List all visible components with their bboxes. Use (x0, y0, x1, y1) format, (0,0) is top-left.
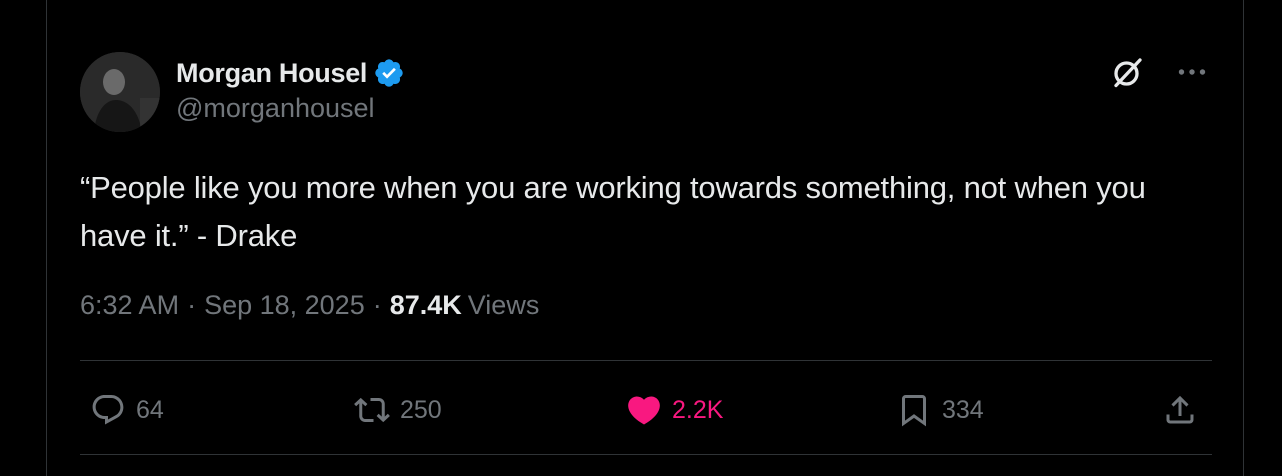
author-block: Morgan Housel @morganhousel (176, 55, 405, 124)
divider (80, 454, 1212, 455)
retweet-icon (352, 390, 392, 430)
name-row: Morgan Housel (176, 55, 405, 91)
tweet-time[interactable]: 6:32 AM (80, 290, 179, 321)
tweet-date[interactable]: Sep 18, 2025 (204, 290, 365, 321)
reply-count: 64 (136, 395, 164, 424)
tweet-text: “People like you more when you are worki… (80, 170, 1155, 253)
meta-separator: · (187, 290, 197, 320)
verified-badge-icon[interactable] (373, 57, 405, 89)
more-icon[interactable] (1172, 52, 1212, 92)
reply-icon (88, 390, 128, 430)
tweet: Morgan Housel @morganhousel “People like… (80, 0, 1212, 476)
bookmark-icon (894, 390, 934, 430)
share-button[interactable] (1160, 384, 1208, 436)
tweet-meta: 6:32 AM · Sep 18, 2025 · 87.4K Views (80, 290, 539, 321)
views-count[interactable]: 87.4K (390, 290, 462, 321)
divider (80, 360, 1212, 361)
reply-button[interactable]: 64 (88, 384, 164, 436)
bookmark-count: 334 (942, 395, 984, 424)
avatar-image (80, 52, 160, 132)
author-display-name[interactable]: Morgan Housel (176, 58, 367, 89)
views-label[interactable]: Views (468, 290, 540, 321)
timeline-column: Morgan Housel @morganhousel “People like… (46, 0, 1244, 476)
grok-icon[interactable] (1108, 52, 1148, 92)
share-icon (1160, 390, 1200, 430)
heart-filled-icon (624, 390, 664, 430)
retweet-button[interactable]: 250 (352, 384, 442, 436)
bookmark-button[interactable]: 334 (894, 384, 984, 436)
author-handle[interactable]: @morganhousel (176, 93, 405, 124)
retweet-count: 250 (400, 395, 442, 424)
tweet-top-actions (1108, 52, 1212, 92)
like-button[interactable]: 2.2K (624, 384, 723, 436)
tweet-action-bar: 64 250 2.2K 334 (80, 384, 1212, 436)
avatar[interactable] (80, 52, 160, 132)
meta-separator: · (372, 290, 382, 320)
like-count: 2.2K (672, 395, 724, 424)
